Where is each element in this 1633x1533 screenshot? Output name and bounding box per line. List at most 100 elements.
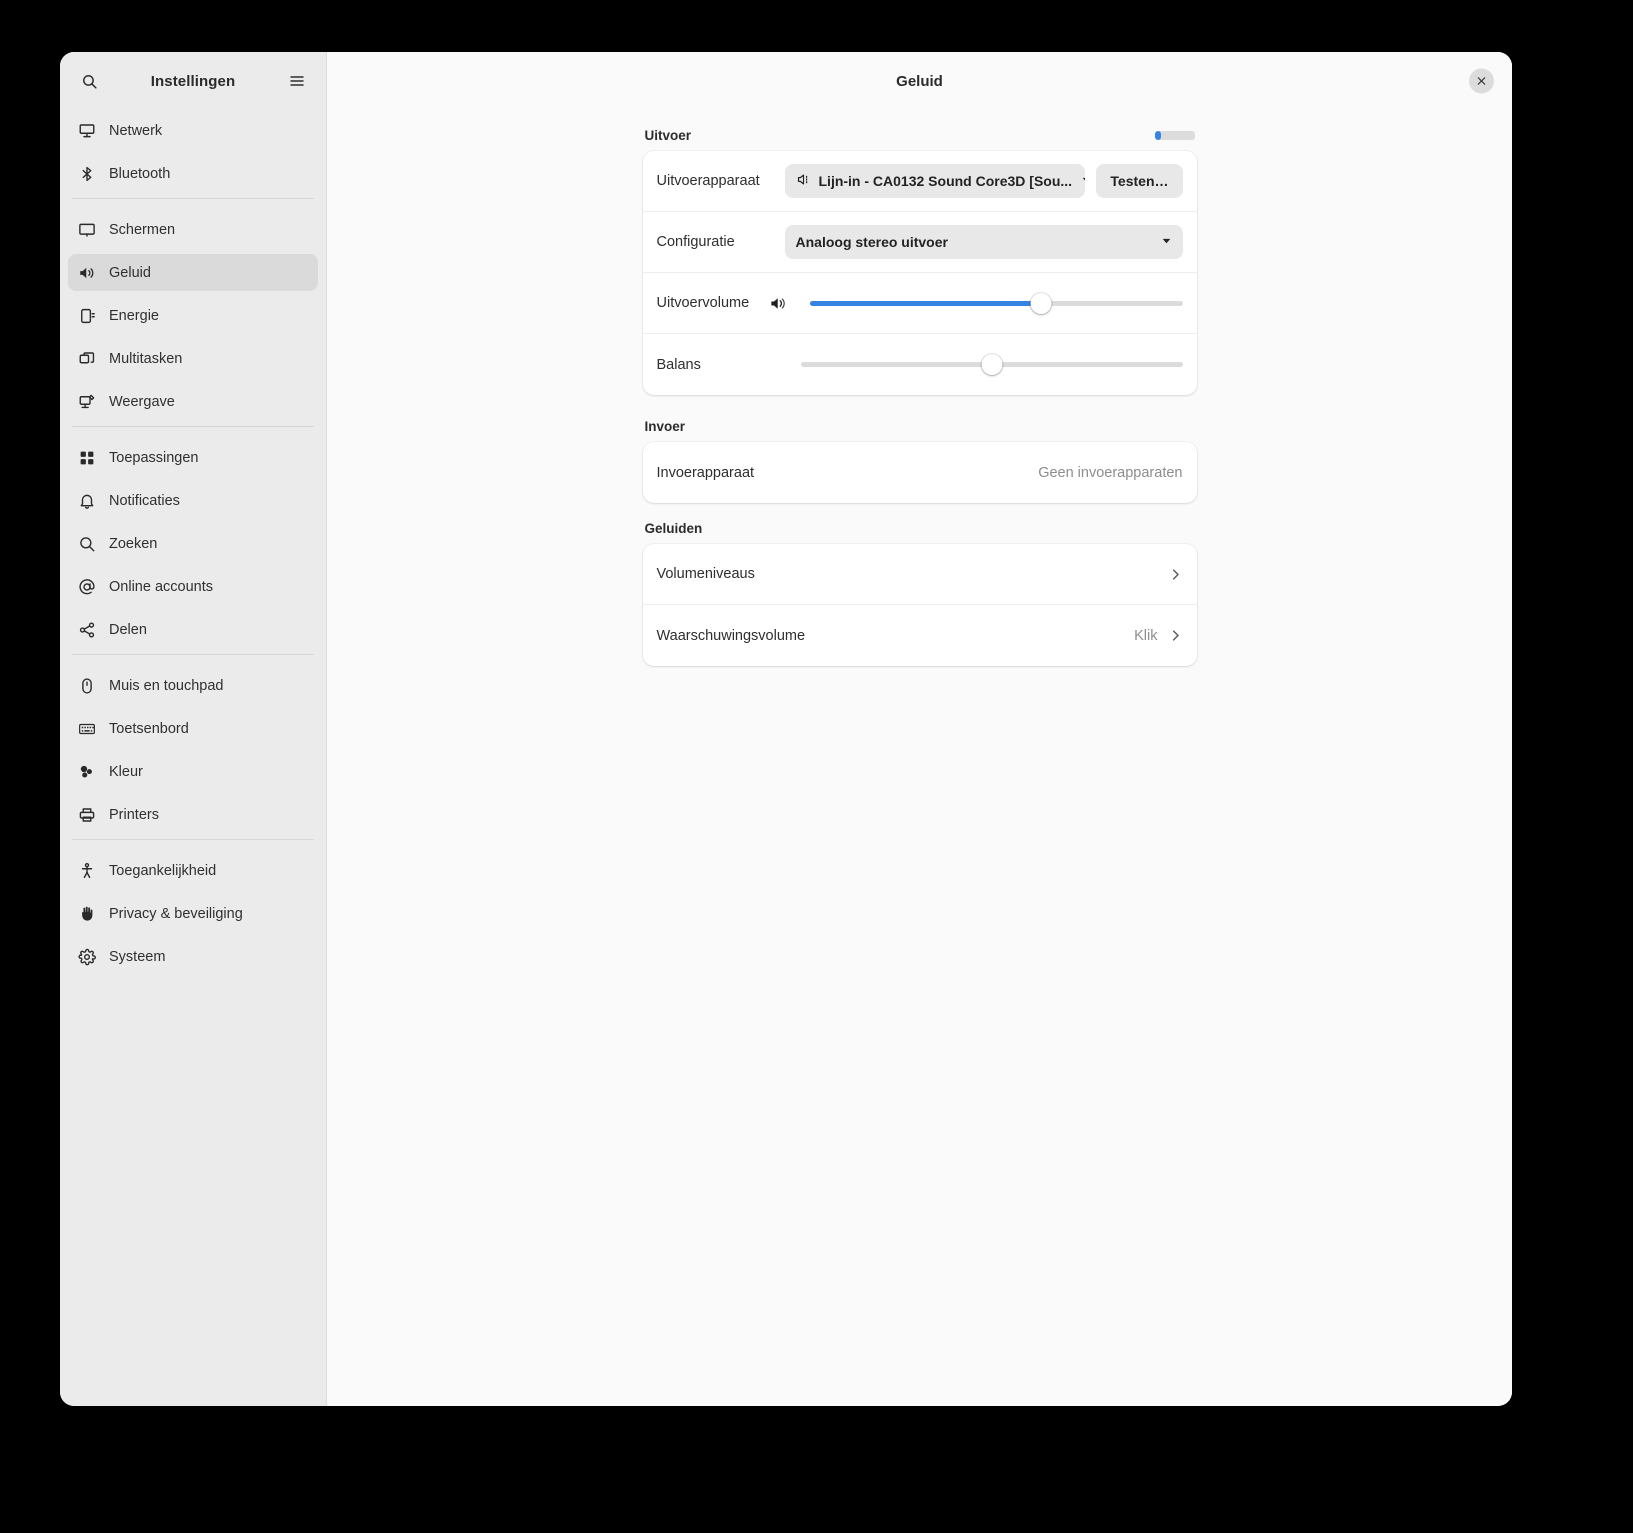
sidebar-item-toetsenbord[interactable]: Toetsenbord	[68, 710, 318, 747]
search-icon[interactable]	[74, 66, 104, 96]
sidebar-item-toegankelijkheid[interactable]: Toegankelijkheid	[68, 852, 318, 889]
output-balance-label: Balans	[656, 356, 701, 373]
sidebar-item-online-accounts[interactable]: Online accounts	[68, 568, 318, 605]
hand-shield-icon	[78, 905, 96, 923]
input-device-label: Invoerapparaat	[656, 464, 755, 481]
output-balance-row[interactable]: Balans	[643, 334, 1197, 395]
speaker-volume-icon[interactable]	[767, 294, 789, 313]
sidebar-item-geluid[interactable]: Geluid	[68, 254, 318, 291]
sidebar-item-label: Delen	[109, 621, 147, 638]
sidebar-item-label: Netwerk	[109, 122, 163, 139]
display-monitor-icon	[78, 221, 96, 239]
output-section: Uitvoer Uitvoerapparaat Lijn-in - CA0132…	[642, 128, 1197, 395]
sidebar-item-schermen[interactable]: Schermen	[68, 211, 318, 248]
sidebar-item-label: Toegankelijkheid	[109, 862, 217, 879]
sidebar-item-toepassingen[interactable]: Toepassingen	[68, 439, 318, 476]
sounds-card: Volumeniveaus Waarschuwingsvolume Klik	[642, 544, 1197, 666]
chevron-right-icon	[1168, 567, 1183, 582]
output-level-meter-fill	[1154, 131, 1162, 140]
gear-icon	[78, 948, 96, 966]
input-section: Invoer Invoerapparaat Geen invoerapparat…	[642, 419, 1197, 503]
sidebar-item-label: Zoeken	[109, 535, 158, 552]
sounds-section: Geluiden Volumeniveaus Waarschuwingsvolum…	[642, 521, 1197, 666]
sounds-row[interactable]: Volumeniveaus	[642, 544, 1197, 605]
input-section-header: Invoer	[643, 419, 1197, 442]
sidebar-item-label: Weergave	[109, 393, 175, 410]
sidebar-item-label: Privacy & beveiliging	[109, 905, 243, 922]
sidebar-item-delen[interactable]: Delen	[68, 611, 318, 648]
keyboard-icon	[78, 720, 96, 738]
sidebar-item-label: Bluetooth	[109, 165, 171, 182]
mouse-icon	[78, 677, 96, 695]
sidebar-title: Instellingen	[150, 72, 236, 90]
sidebar-item-label: Toepassingen	[109, 449, 199, 466]
slider-handle[interactable]	[1030, 292, 1052, 314]
chevron-down-icon	[1160, 234, 1173, 250]
sidebar-nav-list: Netwerk Bluetooth Schermen Geluid Energie Mul…	[60, 104, 326, 981]
output-device-row[interactable]: Uitvoerapparaat Lijn-in - CA0132 Sound C…	[642, 151, 1197, 212]
sidebar-item-label: Geluid	[109, 264, 151, 281]
share-nodes-icon	[78, 621, 96, 639]
sidebar-item-privacy-beveiliging[interactable]: Privacy & beveiliging	[68, 895, 318, 932]
output-config-dropdown[interactable]: Analoog stereo uitvoer	[784, 225, 1183, 259]
appearance-brush-icon	[78, 393, 96, 411]
output-volume-slider[interactable]	[810, 290, 1183, 316]
sidebar-item-label: Notificaties	[109, 492, 180, 509]
test-output-button[interactable]: Testen…	[1096, 164, 1183, 198]
output-config-row[interactable]: Configuratie Analoog stereo uitvoer	[642, 212, 1197, 273]
accessibility-person-icon	[78, 862, 96, 880]
input-device-row[interactable]: Invoerapparaat Geen invoerapparaten	[643, 442, 1197, 503]
sidebar-item-kleur[interactable]: Kleur	[68, 753, 318, 790]
sidebar-header: Instellingen	[60, 58, 326, 104]
page-title: Geluid	[896, 72, 943, 90]
line-in-port-icon	[796, 172, 811, 190]
input-card: Invoerapparaat Geen invoerapparaten	[642, 442, 1197, 503]
sidebar-item-weergave[interactable]: Weergave	[68, 383, 318, 420]
sidebar-item-energie[interactable]: Energie	[68, 297, 318, 334]
slider-handle[interactable]	[981, 354, 1002, 375]
settings-content: Uitvoer Uitvoerapparaat Lijn-in - CA0132…	[327, 104, 1512, 1406]
sidebar-item-zoeken[interactable]: Zoeken	[68, 525, 318, 562]
sidebar: Instellingen Netwerk Bluetooth Schermen Gel…	[60, 52, 327, 1406]
output-device-value: Lijn-in - CA0132 Sound Core3D [Sou...	[818, 173, 1073, 189]
output-device-label: Uitvoerapparaat	[656, 173, 760, 189]
sidebar-item-bluetooth[interactable]: Bluetooth	[68, 155, 318, 192]
output-volume-label: Uitvoervolume	[656, 295, 750, 311]
sidebar-item-multitasken[interactable]: Multitasken	[68, 340, 318, 377]
bluetooth-icon	[78, 165, 96, 183]
sidebar-item-label: Multitasken	[109, 350, 183, 367]
main-header: Geluid	[327, 58, 1512, 104]
sounds-section-title: Geluiden	[644, 521, 703, 536]
sidebar-item-label: Energie	[109, 307, 159, 324]
power-battery-icon	[78, 307, 96, 325]
sidebar-item-muis-en-touchpad[interactable]: Muis en touchpad	[68, 667, 318, 704]
sounds-row-label: Volumeniveaus	[656, 566, 755, 582]
search-icon	[78, 535, 96, 553]
sidebar-item-label: Kleur	[109, 763, 143, 780]
bell-icon	[78, 492, 96, 510]
sidebar-item-netwerk[interactable]: Netwerk	[68, 112, 318, 149]
printer-icon	[78, 806, 96, 824]
input-device-value: Geen invoerapparaten	[1038, 464, 1183, 481]
output-volume-row[interactable]: Uitvoervolume	[642, 273, 1197, 334]
output-level-meter	[1154, 131, 1195, 140]
main-panel: Geluid Uitvoer Uitvoerapparaat Lijn-in -…	[327, 52, 1512, 1406]
hamburger-menu-icon[interactable]	[282, 66, 312, 96]
output-device-dropdown[interactable]: Lijn-in - CA0132 Sound Core3D [Sou...	[784, 164, 1086, 198]
sounds-section-header: Geluiden	[643, 521, 1197, 544]
sidebar-item-label: Systeem	[109, 948, 166, 965]
sidebar-item-systeem[interactable]: Systeem	[68, 938, 318, 975]
close-icon[interactable]	[1469, 68, 1494, 94]
output-balance-slider[interactable]	[800, 352, 1183, 378]
speaker-sound-icon	[78, 264, 96, 282]
sidebar-item-label: Schermen	[109, 221, 176, 238]
sounds-row[interactable]: Waarschuwingsvolume Klik	[643, 605, 1197, 666]
sidebar-item-notificaties[interactable]: Notificaties	[68, 482, 318, 519]
sidebar-item-label: Online accounts	[109, 578, 213, 595]
sidebar-separator	[72, 654, 314, 655]
sidebar-separator	[72, 198, 314, 199]
sidebar-item-label: Toetsenbord	[109, 720, 189, 737]
sidebar-item-printers[interactable]: Printers	[68, 796, 318, 833]
sidebar-separator	[72, 426, 314, 427]
apps-grid-icon	[78, 449, 96, 467]
